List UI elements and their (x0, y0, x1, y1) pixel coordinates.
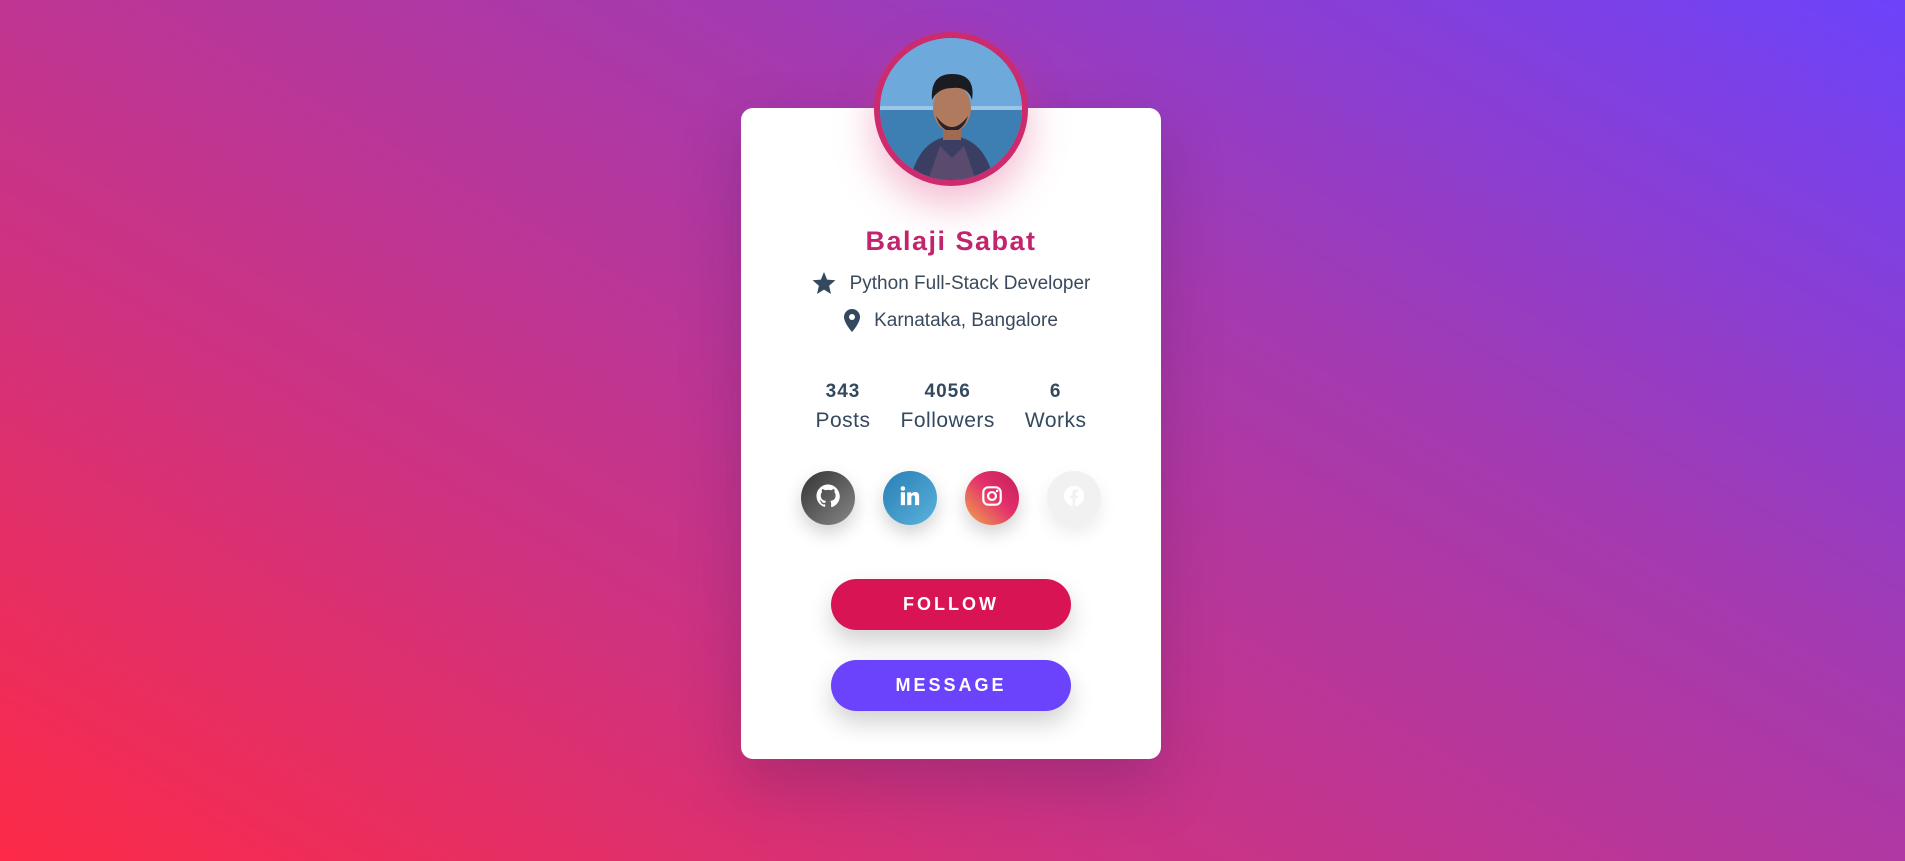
profile-stats: 343 Posts 4056 Followers 6 Works (741, 381, 1161, 433)
github-icon (816, 484, 840, 513)
profile-name: Balaji Sabat (865, 226, 1037, 256)
github-link[interactable] (801, 471, 855, 525)
profile-location-row: Karnataka, Bangalore (741, 309, 1161, 332)
stat-value: 343 (825, 381, 861, 402)
stat-label: Posts (815, 409, 871, 432)
map-pin-icon (844, 309, 861, 332)
linkedin-icon (899, 485, 921, 512)
stat-label: Works (1024, 409, 1087, 432)
profile-role: Python Full-Stack Developer (849, 272, 1091, 294)
facebook-icon (1063, 485, 1085, 512)
profile-avatar (874, 32, 1028, 186)
profile-location: Karnataka, Bangalore (874, 309, 1058, 331)
profile-role-row: Python Full-Stack Developer (741, 272, 1161, 295)
follow-button[interactable]: FOLLOW (831, 579, 1071, 630)
stat-value: 6 (1049, 381, 1062, 402)
stat-value: 4056 (924, 381, 971, 402)
profile-card: Balaji Sabat Python Full-Stack Developer… (741, 108, 1161, 759)
stat-posts: 343 Posts (815, 381, 870, 433)
avatar-photo (880, 38, 1022, 180)
message-button[interactable]: MESSAGE (831, 660, 1071, 711)
linkedin-link[interactable] (883, 471, 937, 525)
star-icon (812, 272, 836, 295)
facebook-link[interactable] (1047, 471, 1101, 525)
stat-label: Followers (900, 409, 995, 432)
instagram-link[interactable] (965, 471, 1019, 525)
stat-followers: 4056 Followers (901, 381, 995, 433)
stat-works: 6 Works (1025, 381, 1087, 433)
instagram-icon (981, 485, 1003, 512)
social-links (741, 471, 1161, 525)
